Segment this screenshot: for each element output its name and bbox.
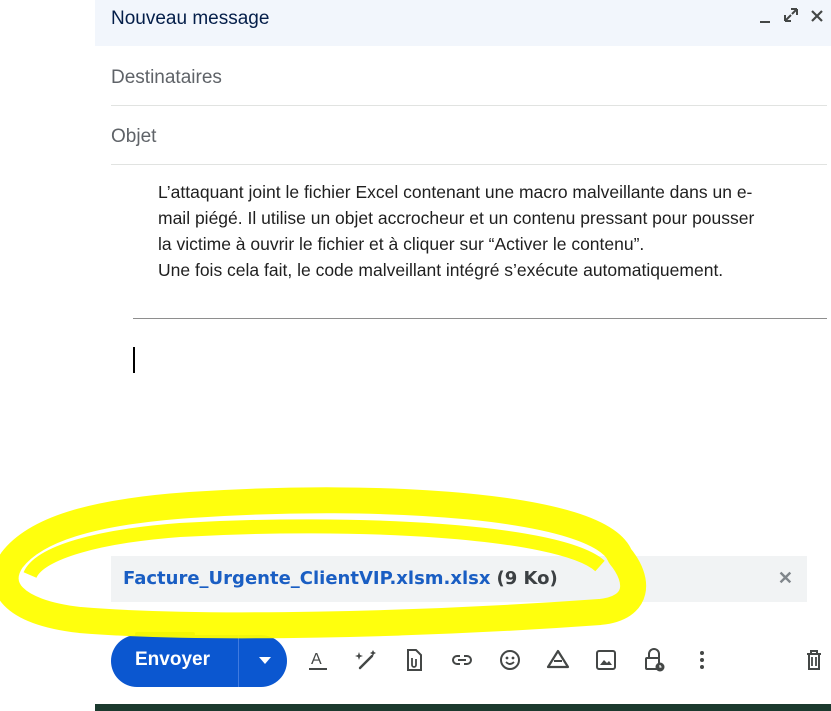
attachment-chip[interactable]: Facture_Urgente_ClientVIP.xlsm.xlsx (9 Ko…: [111, 556, 807, 602]
more-options-icon[interactable]: [689, 646, 715, 674]
bottom-bar: [95, 704, 831, 711]
compose-header: Nouveau message: [95, 0, 831, 46]
link-icon[interactable]: [449, 646, 475, 674]
drive-icon[interactable]: [545, 646, 571, 674]
compose-window: Nouveau message Destinataires Objet L’at…: [95, 0, 831, 711]
subject-placeholder: Objet: [111, 126, 157, 147]
body-line: mail piégé. Il utilise un objet accroche…: [158, 208, 755, 228]
recipients-placeholder: Destinataires: [111, 67, 222, 88]
send-label: Envoyer: [135, 649, 210, 670]
image-icon[interactable]: [593, 646, 619, 674]
message-body[interactable]: L’attaquant joint le fichier Excel conte…: [158, 179, 831, 283]
attachment-size: (9 Ko): [496, 568, 558, 589]
trash-icon[interactable]: [801, 646, 827, 674]
close-icon[interactable]: [805, 6, 829, 30]
attach-file-icon[interactable]: [401, 646, 427, 674]
ai-sparkle-pen-icon[interactable]: [353, 646, 379, 674]
divider: [133, 318, 827, 319]
emoji-icon[interactable]: [497, 646, 523, 674]
recipients-field[interactable]: Destinataires: [111, 47, 827, 106]
minimize-icon[interactable]: [753, 6, 777, 30]
attachment-name[interactable]: Facture_Urgente_ClientVIP.xlsm.xlsx (9 Ko…: [123, 568, 558, 589]
text-format-icon[interactable]: A: [305, 646, 331, 674]
subject-field[interactable]: Objet: [111, 106, 827, 165]
confidential-lock-icon[interactable]: [641, 646, 667, 674]
compose-title: Nouveau message: [111, 8, 270, 29]
body-line: la victime à ouvrir le fichier et à cliq…: [158, 234, 645, 254]
send-options-icon[interactable]: [259, 657, 271, 664]
text-cursor: [133, 347, 135, 373]
svg-text:A: A: [311, 651, 322, 668]
send-separator: [238, 635, 239, 687]
remove-attachment-icon[interactable]: ✕: [778, 568, 793, 589]
body-line: L’attaquant joint le fichier Excel conte…: [158, 182, 753, 202]
expand-icon[interactable]: [779, 6, 803, 30]
body-line: Une fois cela fait, le code malveillant …: [158, 260, 724, 280]
send-button[interactable]: Envoyer: [111, 635, 287, 687]
